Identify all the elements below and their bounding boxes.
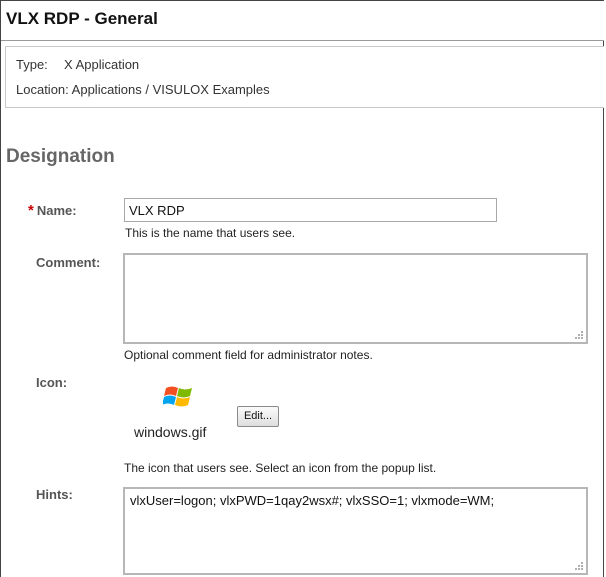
title-bar: VLX RDP - General: [1, 1, 604, 41]
name-input[interactable]: [124, 198, 497, 222]
info-box: Type: X Application Location: Application…: [5, 46, 604, 108]
hints-textarea[interactable]: vlxUser=logon; vlxPWD=1qay2wsx#; vlxSSO=…: [123, 487, 588, 575]
hints-value: vlxUser=logon; vlxPWD=1qay2wsx#; vlxSSO=…: [130, 493, 495, 508]
icon-label: Icon:: [36, 375, 68, 390]
name-label: Name:: [36, 203, 77, 218]
name-label-row: * Name:: [28, 202, 77, 219]
type-value: X Application: [64, 57, 140, 72]
windows-logo-icon: [163, 386, 192, 407]
comment-textarea[interactable]: [123, 253, 588, 344]
edit-icon-button[interactable]: Edit...: [237, 406, 279, 427]
location-value: Applications / VISULOX Examples: [71, 82, 270, 97]
hints-label: Hints:: [36, 487, 73, 502]
name-help-text: This is the name that users see.: [125, 226, 296, 240]
info-type-row: Type: X Application: [16, 57, 139, 72]
resize-grip-icon[interactable]: [575, 562, 583, 570]
required-marker: *: [28, 202, 34, 219]
info-location-row: Location: Applications / VISULOX Example…: [16, 82, 270, 97]
type-label: Type:: [16, 57, 48, 72]
comment-help-text: Optional comment field for administrator…: [124, 348, 373, 362]
icon-filename: windows.gif: [134, 424, 207, 440]
resize-grip-icon[interactable]: [575, 331, 583, 339]
page-title: VLX RDP - General: [6, 9, 158, 28]
icon-help-text: The icon that users see. Select an icon …: [124, 461, 437, 475]
section-heading-designation: Designation: [6, 146, 115, 167]
comment-label: Comment:: [36, 255, 101, 270]
location-label: Location:: [16, 82, 69, 97]
